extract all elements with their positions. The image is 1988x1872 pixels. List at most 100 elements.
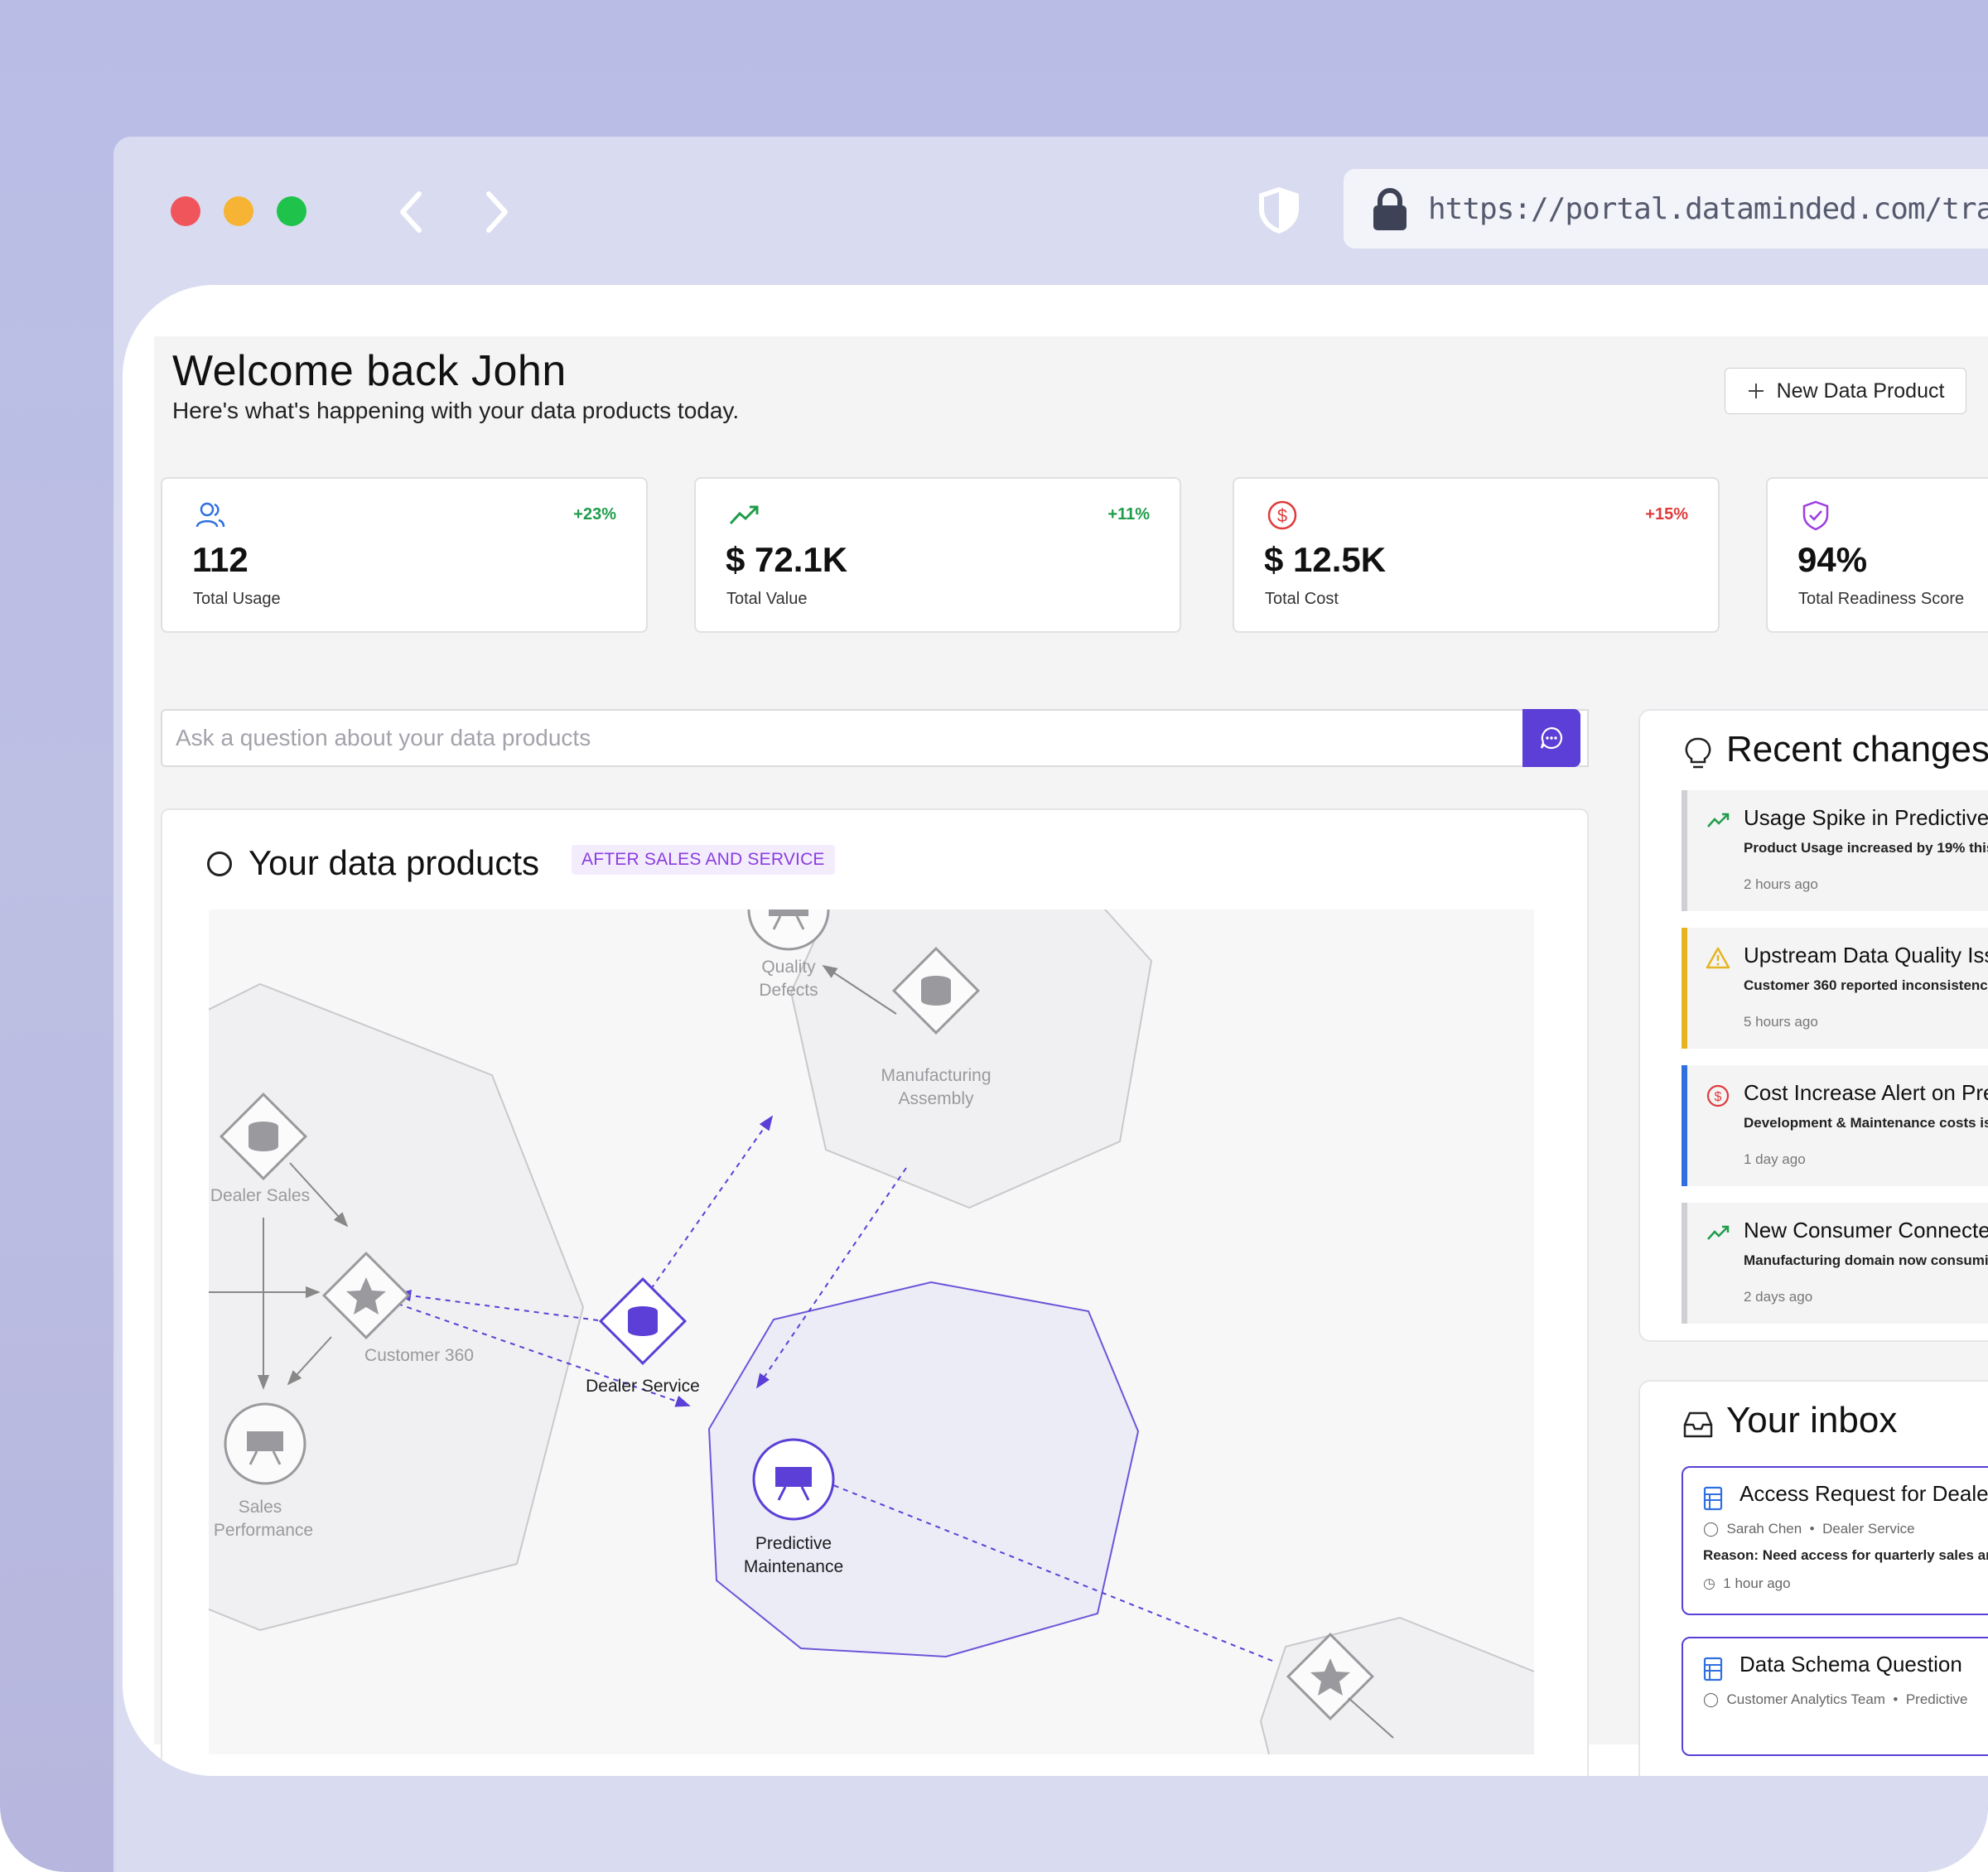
stat-value: $ 72.1K [726, 540, 848, 579]
document-icon [1703, 1657, 1723, 1681]
inbox-item-title: Data Schema Question [1740, 1652, 1962, 1677]
window-close-button[interactable] [171, 196, 200, 226]
stat-label: Total Value [726, 590, 808, 608]
change-description: Customer 360 reported inconsistencie [1744, 977, 1988, 993]
inbox-item-time-row: ◷ 1 hour ago [1703, 1575, 1791, 1592]
products-title: Your data products [248, 843, 540, 882]
inbox-person: Customer Analytics Team [1726, 1691, 1885, 1707]
node-dealer-service[interactable]: Dealer Service [586, 1276, 700, 1396]
stat-change: +15% [1645, 505, 1688, 523]
change-title: Usage Spike in Predictive M [1744, 805, 1988, 830]
shield-check-icon [1802, 500, 1829, 531]
screenshot-frame: https://portal.dataminded.com/track- Wel… [0, 0, 1988, 1872]
privacy-shield-icon[interactable] [1252, 184, 1305, 237]
new-data-product-label: New Data Product [1776, 379, 1945, 403]
inbox-item[interactable]: Data Schema Question ◯ Customer Analytic… [1682, 1637, 1988, 1756]
change-item[interactable]: New Consumer Connected Manufacturing dom… [1682, 1203, 1988, 1324]
change-title: Upstream Data Quality Issu [1744, 943, 1988, 967]
inbox-item-title: Access Request for Dealer [1740, 1481, 1988, 1506]
dollar-circle-icon: $ [1267, 500, 1297, 530]
warning-icon [1706, 947, 1730, 969]
change-title: Cost Increase Alert on Pred [1744, 1080, 1988, 1105]
lightbulb-icon [1685, 737, 1711, 769]
inbox-item-meta: ◯ Customer Analytics Team • Predictive [1703, 1691, 1968, 1707]
node-label: Predictive [755, 1534, 832, 1553]
trending-up-icon [729, 505, 759, 525]
recent-changes-title: Recent changes [1726, 729, 1988, 770]
stat-card-cost[interactable]: $ +15% $ 12.5K Total Cost [1233, 477, 1720, 633]
person-icon: ◯ [1703, 1691, 1720, 1707]
dollar-circle-icon: $ [1706, 1084, 1730, 1107]
node-label: Customer 360 [364, 1346, 474, 1365]
node-label: Performance [214, 1521, 313, 1540]
node-label: Quality [761, 958, 816, 977]
data-products-panel: Your data products AFTER SALES AND SERVI… [161, 808, 1589, 1776]
page-title: Welcome back John [172, 347, 567, 395]
lock-icon [1373, 188, 1407, 230]
node-label: Manufacturing [881, 1066, 991, 1085]
url-text: https://portal.dataminded.com/track- [1428, 192, 1988, 226]
stat-card-value[interactable]: +11% $ 72.1K Total Value [694, 477, 1181, 633]
circle-icon [207, 852, 232, 876]
node-label: Dealer Sales [210, 1186, 310, 1205]
window-maximize-button[interactable] [277, 196, 306, 226]
svg-text:$: $ [1277, 505, 1287, 526]
dashboard: Welcome back John Here's what's happenin… [154, 336, 1988, 1776]
inbox-product: Predictive [1905, 1691, 1968, 1707]
change-description: Product Usage increased by 19% this [1744, 840, 1988, 856]
stat-value: 112 [192, 540, 248, 579]
recent-changes-panel: Recent changes Usage Spike in Predictive… [1638, 709, 1988, 1342]
node-label: Sales [239, 1498, 282, 1517]
change-item[interactable]: $ Cost Increase Alert on Pred Developmen… [1682, 1065, 1988, 1186]
change-title: New Consumer Connected [1744, 1218, 1988, 1242]
inbox-icon [1683, 1411, 1713, 1438]
edge-dealer-service-quality [644, 1115, 774, 1298]
change-item[interactable]: Upstream Data Quality Issu Customer 360 … [1682, 928, 1988, 1049]
change-time: 5 hours ago [1744, 1014, 1818, 1030]
app-viewport: Welcome back John Here's what's happenin… [123, 285, 1988, 1776]
change-time: 2 days ago [1744, 1289, 1813, 1305]
change-description: Development & Maintenance costs is [1744, 1115, 1988, 1131]
stat-change: +23% [573, 505, 616, 523]
ask-question-input[interactable] [162, 711, 1547, 765]
trending-up-icon [1707, 1225, 1730, 1240]
inbox-item[interactable]: Access Request for Dealer ◯ Sarah Chen •… [1682, 1466, 1988, 1615]
node-label: Defects [759, 981, 818, 1000]
inbox-panel: Your inbox Access Request for Dealer ◯ S… [1638, 1380, 1988, 1776]
domain-badge[interactable]: AFTER SALES AND SERVICE [572, 845, 835, 875]
inbox-title: Your inbox [1726, 1400, 1898, 1440]
person-icon: ◯ [1703, 1521, 1720, 1537]
svg-text:$: $ [1715, 1090, 1722, 1104]
change-time: 2 hours ago [1744, 876, 1818, 892]
inbox-person: Sarah Chen [1726, 1521, 1802, 1537]
page-subtitle: Here's what's happening with your data p… [172, 398, 740, 423]
stat-card-usage[interactable]: +23% 112 Total Usage [161, 477, 648, 633]
stat-value: $ 12.5K [1264, 540, 1387, 579]
window-minimize-button[interactable] [224, 196, 253, 226]
chat-bubble-icon [1540, 726, 1563, 750]
plus-icon [1748, 384, 1764, 398]
stat-value: 94% [1797, 540, 1868, 579]
forward-arrow-icon[interactable] [480, 187, 514, 237]
node-label: Assembly [898, 1089, 974, 1108]
inbox-item-meta: ◯ Sarah Chen • Dealer Service [1703, 1521, 1915, 1537]
new-data-product-button[interactable]: New Data Product [1725, 368, 1966, 414]
back-arrow-icon[interactable] [394, 187, 427, 237]
trending-up-icon [1707, 813, 1730, 827]
data-products-graph[interactable]: Quality Defects Manufacturing Assembly D… [209, 909, 1534, 1754]
change-description: Manufacturing domain now consumin [1744, 1252, 1988, 1268]
node-label: Maintenance [744, 1557, 843, 1576]
inbox-item-time: 1 hour ago [1723, 1575, 1791, 1591]
node-label: Dealer Service [586, 1377, 700, 1396]
inbox-item-reason: Reason: Need access for quarterly sales … [1703, 1547, 1988, 1563]
stat-label: Total Usage [193, 590, 281, 608]
stat-card-readiness[interactable]: 94% Total Readiness Score [1766, 477, 1988, 633]
ask-question-bar [161, 709, 1589, 767]
stat-label: Total Cost [1265, 590, 1339, 608]
users-icon [195, 502, 225, 528]
change-item[interactable]: Usage Spike in Predictive M Product Usag… [1682, 790, 1988, 911]
ask-submit-button[interactable] [1522, 709, 1580, 767]
address-bar[interactable]: https://portal.dataminded.com/track- [1344, 169, 1988, 248]
inbox-product: Dealer Service [1822, 1521, 1915, 1537]
clock-icon: ◷ [1703, 1575, 1715, 1591]
